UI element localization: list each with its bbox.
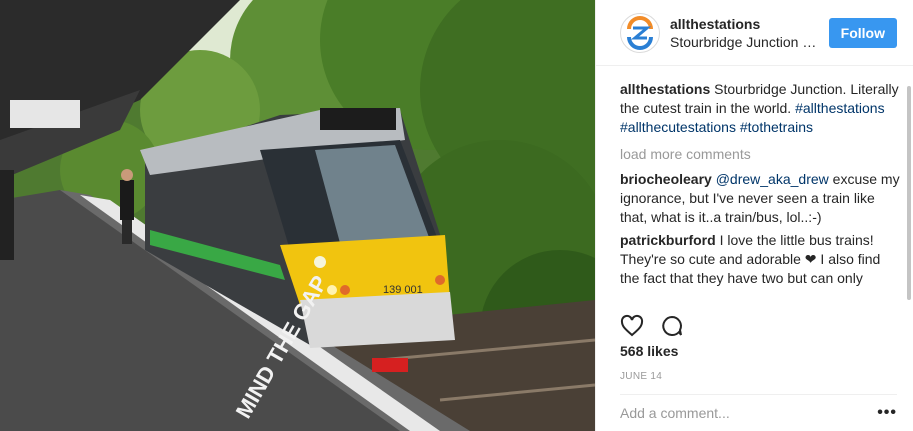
instagram-post: 139 001 MIND THE GAP allthestations Stou…: [0, 0, 913, 431]
comment-mention-link[interactable]: @drew_aka_drew: [716, 171, 829, 187]
post-date: JUNE 14: [620, 371, 663, 382]
follow-button[interactable]: Follow: [828, 17, 897, 48]
train-photo-illustration: 139 001 MIND THE GAP: [0, 0, 595, 431]
comments-scrollbar[interactable]: [907, 86, 911, 300]
hashtag-link[interactable]: #allthestations: [795, 100, 885, 116]
comment-username[interactable]: briocheoleary: [620, 171, 712, 187]
hashtag-link[interactable]: #tothetrains: [740, 119, 813, 135]
comment-icon[interactable]: [660, 314, 684, 338]
comment-item: briocheoleary @drew_aka_drew excuse my i…: [620, 170, 901, 227]
caption: allthestations Stourbridge Junction. Lit…: [620, 80, 901, 137]
add-comment-input[interactable]: Add a comment...: [620, 405, 877, 421]
comment-item: patrickburford I love the little bus tra…: [620, 231, 901, 288]
hashtag-link[interactable]: #allthecutestations: [620, 119, 736, 135]
header-location[interactable]: Stourbridge Junction rai...: [670, 33, 821, 51]
caption-username[interactable]: allthestations: [620, 81, 710, 97]
header-username[interactable]: allthestations: [670, 15, 821, 33]
header-text: allthestations Stourbridge Junction rai.…: [670, 15, 821, 51]
heart-icon[interactable]: [620, 314, 644, 338]
add-comment-bar: Add a comment... •••: [620, 394, 897, 431]
comment-username[interactable]: patrickburford: [620, 232, 716, 248]
more-options-icon[interactable]: •••: [877, 404, 897, 422]
post-sidebar: allthestations Stourbridge Junction rai.…: [595, 0, 913, 431]
train-number-label: 139 001: [383, 284, 423, 296]
action-bar: [620, 311, 889, 341]
post-header: allthestations Stourbridge Junction rai.…: [596, 0, 913, 66]
load-more-comments-link[interactable]: load more comments: [620, 145, 901, 164]
avatar[interactable]: [620, 12, 660, 53]
comments-section: allthestations Stourbridge Junction. Lit…: [596, 66, 913, 312]
avatar-logo-icon: [624, 15, 656, 50]
post-photo[interactable]: 139 001 MIND THE GAP: [0, 0, 595, 431]
likes-count[interactable]: 568 likes: [620, 343, 678, 359]
